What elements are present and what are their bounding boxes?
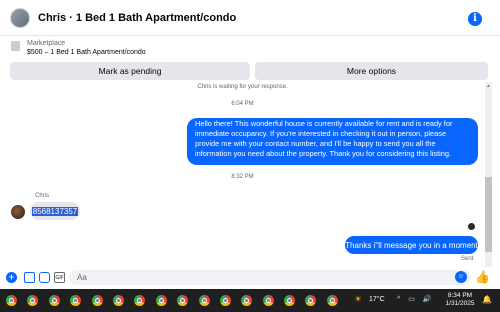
conversation-title[interactable]: Chris · 1 Bed 1 Bath Apartment/condo: [38, 12, 236, 24]
emoji-icon[interactable]: ☺: [455, 271, 467, 283]
selected-phone-number[interactable]: 8568137357: [31, 206, 79, 216]
mark-as-pending-button[interactable]: Mark as pending: [10, 62, 250, 80]
chrome-icon: [48, 295, 60, 306]
gif-icon[interactable]: GIF: [54, 272, 65, 283]
message-input[interactable]: Aa: [69, 270, 471, 285]
taskbar-app[interactable]: [281, 292, 298, 309]
taskbar-app[interactable]: [3, 292, 20, 309]
marketplace-banner: Marketplace $500 – 1 Bed 1 Bath Apartmen…: [0, 36, 500, 82]
message-status: Sent: [461, 256, 474, 262]
outgoing-message[interactable]: Thanks i"ll message you in a moment: [345, 236, 478, 254]
chrome-icon: [91, 295, 103, 306]
incoming-message[interactable]: 8568137357: [30, 202, 80, 220]
taskbar-app[interactable]: [24, 292, 41, 309]
marketplace-label: Marketplace: [27, 40, 66, 47]
message-thread[interactable]: Chris is waiting for your response. 6:04…: [0, 82, 500, 267]
plus-icon[interactable]: +: [6, 272, 17, 283]
taskbar-app[interactable]: [110, 292, 127, 309]
timestamp: 8:32 PM: [231, 174, 254, 180]
taskbar-app[interactable]: [67, 292, 84, 309]
taskbar-apps: [3, 292, 345, 309]
waiting-notice: Chris is waiting for your response.: [197, 84, 288, 90]
sender-avatar[interactable]: [11, 205, 25, 219]
taskbar-app[interactable]: [153, 292, 170, 309]
chrome-icon: [326, 295, 338, 306]
clock[interactable]: 8:34 PM 1/31/2025: [443, 292, 477, 308]
temperature[interactable]: 17°C: [369, 296, 385, 303]
chrome-icon: [262, 295, 274, 306]
chrome-icon: [70, 295, 82, 306]
chrome-icon: [112, 295, 124, 306]
system-tray-icons[interactable]: ^ ▭ 🔊: [397, 295, 435, 303]
chrome-icon: [241, 295, 253, 306]
taskbar-app[interactable]: [324, 292, 341, 309]
taskbar-app[interactable]: [174, 292, 191, 309]
message-composer: + GIF Aa ☺ 👍: [0, 267, 500, 289]
taskbar-app[interactable]: [302, 292, 319, 309]
taskbar-app[interactable]: [260, 292, 277, 309]
taskbar-app[interactable]: [89, 292, 106, 309]
chrome-icon: [219, 295, 231, 306]
taskbar-app[interactable]: [217, 292, 234, 309]
chrome-icon: [198, 295, 210, 306]
read-receipt-avatar: [468, 223, 475, 230]
taskbar-app[interactable]: [196, 292, 213, 309]
clock-date: 1/31/2025: [445, 300, 475, 307]
sender-name: Chris: [35, 193, 50, 199]
thumbs-up-icon[interactable]: 👍: [475, 270, 490, 284]
sticker-icon[interactable]: [39, 272, 50, 283]
info-icon[interactable]: i: [468, 12, 482, 26]
taskbar-app[interactable]: [131, 292, 148, 309]
chrome-icon: [177, 295, 189, 306]
listing-title[interactable]: $500 – 1 Bed 1 Bath Apartment/condo: [27, 49, 146, 56]
more-options-button[interactable]: More options: [255, 62, 488, 80]
outgoing-message[interactable]: Hello there! This wonderful house is cur…: [187, 118, 478, 165]
taskbar: ☀ 17°C ^ ▭ 🔊 8:34 PM 1/31/2025 🔔: [0, 289, 500, 312]
chrome-icon: [6, 295, 17, 306]
chrome-icon: [27, 295, 39, 306]
chrome-icon: [134, 295, 146, 306]
notification-icon[interactable]: 🔔: [482, 295, 492, 304]
photo-icon[interactable]: [24, 272, 35, 283]
listing-thumbnail[interactable]: [11, 41, 20, 51]
scroll-up-arrow-icon[interactable]: ▲: [486, 83, 491, 89]
weather-icon[interactable]: ☀: [354, 294, 362, 305]
taskbar-app[interactable]: [46, 292, 63, 309]
scrollbar-thumb[interactable]: [485, 177, 492, 252]
chrome-icon: [305, 295, 317, 306]
clock-time: 8:34 PM: [447, 292, 473, 299]
timestamp: 6:04 PM: [231, 101, 254, 107]
chrome-icon: [155, 295, 167, 306]
conversation-header: Chris · 1 Bed 1 Bath Apartment/condo i: [0, 0, 500, 36]
chrome-icon: [284, 295, 296, 306]
avatar[interactable]: [10, 7, 30, 28]
taskbar-app[interactable]: [238, 292, 255, 309]
